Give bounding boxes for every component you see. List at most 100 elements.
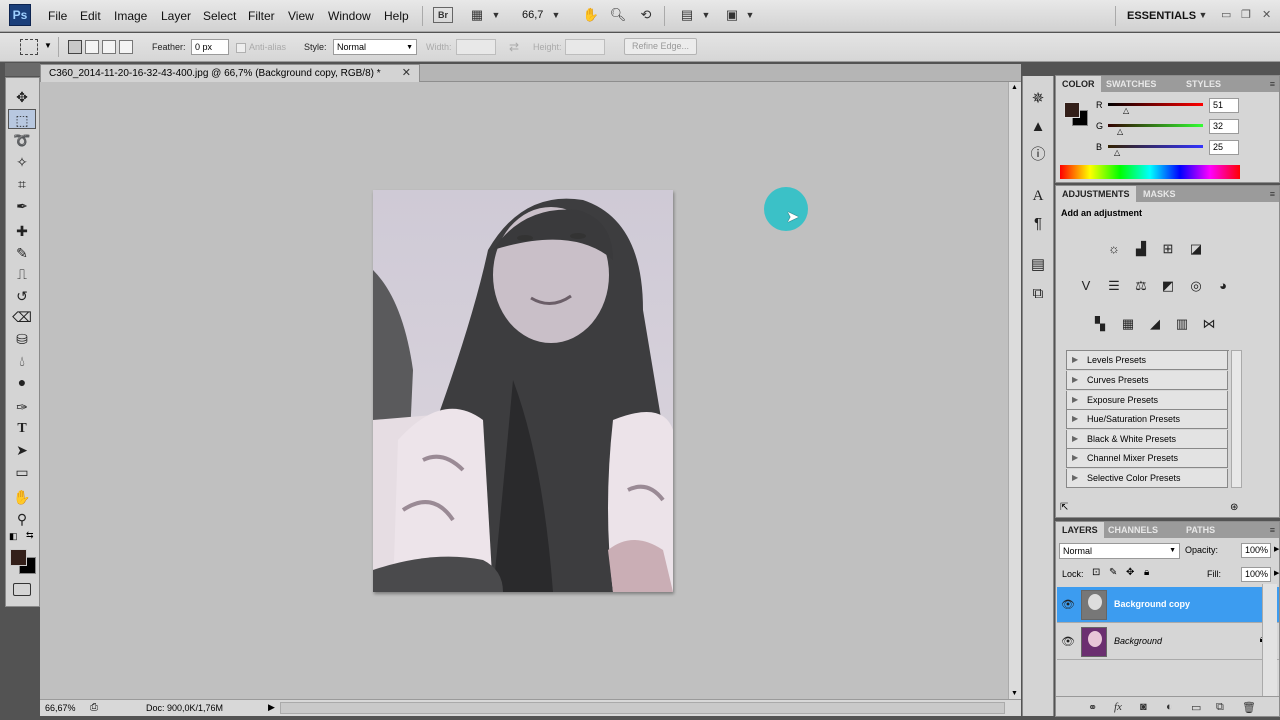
menu-edit[interactable]: Edit: [80, 9, 101, 23]
healing-brush-tool-icon[interactable]: ✚: [8, 221, 36, 241]
lock-all-icon[interactable]: 🔒︎: [1144, 567, 1149, 578]
preset-exposure[interactable]: Exposure Presets: [1066, 391, 1228, 410]
subtract-from-selection-icon[interactable]: [102, 40, 116, 54]
selective-color-icon[interactable]: ⋈: [1198, 314, 1220, 334]
preset-black-white[interactable]: Black & White Presets: [1066, 430, 1228, 449]
tab-styles[interactable]: STYLES: [1180, 76, 1227, 92]
workspace-switcher[interactable]: ESSENTIALS: [1127, 10, 1196, 22]
scroll-up-icon[interactable]: ▲: [1011, 84, 1018, 91]
g-slider-handle[interactable]: △: [1117, 127, 1123, 136]
tab-layers[interactable]: LAYERS: [1056, 522, 1104, 538]
hand-tool-icon[interactable]: ✋: [8, 487, 36, 507]
type-tool-icon[interactable]: T: [8, 419, 36, 439]
magic-wand-tool-icon[interactable]: ✧: [8, 152, 36, 172]
vertical-scrollbar[interactable]: ▲ ▼: [1008, 82, 1021, 699]
dodge-tool-icon[interactable]: ●: [8, 372, 36, 392]
eye-icon[interactable]: 👁︎: [1061, 635, 1075, 648]
menu-select[interactable]: Select: [203, 9, 236, 23]
hue-saturation-icon[interactable]: ☰: [1103, 276, 1125, 296]
clone-stamp-tool-icon[interactable]: ⎍: [8, 264, 36, 284]
panel-menu-icon[interactable]: ≡: [1270, 76, 1275, 92]
gradient-map-icon[interactable]: ▥: [1171, 314, 1193, 334]
eyedropper-tool-icon[interactable]: ✒: [8, 196, 36, 216]
default-colors-icon[interactable]: ◧: [9, 531, 18, 542]
chevron-down-icon[interactable]: ▼: [44, 41, 52, 50]
blend-mode-select[interactable]: Normal ▼: [1059, 543, 1180, 559]
g-value[interactable]: 32: [1209, 119, 1239, 134]
info-icon[interactable]: ⓘ: [1028, 145, 1048, 165]
posterize-icon[interactable]: ▦: [1117, 314, 1139, 334]
opacity-input[interactable]: 100%: [1241, 543, 1271, 558]
close-icon[interactable]: ✕: [1262, 8, 1271, 21]
view-extras-icon[interactable]: ▦: [468, 7, 486, 23]
paragraph-icon[interactable]: ¶: [1028, 214, 1048, 234]
brush-tool-icon[interactable]: ✎: [8, 243, 36, 263]
eye-icon[interactable]: 👁︎: [1061, 598, 1075, 611]
r-slider-handle[interactable]: △: [1123, 106, 1129, 115]
eraser-tool-icon[interactable]: ⌫: [8, 307, 36, 327]
lock-position-icon[interactable]: ✥: [1126, 567, 1134, 578]
crop-tool-icon[interactable]: ⌗: [8, 174, 36, 194]
tab-color[interactable]: COLOR: [1056, 76, 1101, 92]
chevron-down-icon[interactable]: ▼: [487, 7, 505, 23]
r-value[interactable]: 51: [1209, 98, 1239, 113]
layer-row-background[interactable]: 👁︎ Background 🔒︎: [1057, 624, 1279, 660]
history-icon[interactable]: ▤: [1028, 255, 1048, 275]
exposure-icon[interactable]: ◪: [1185, 239, 1207, 259]
arrange-documents-icon[interactable]: ▤: [678, 7, 696, 23]
zoom-level[interactable]: 66,7: [522, 9, 543, 21]
swap-icon[interactable]: ⇄: [509, 40, 519, 54]
quick-mask-icon[interactable]: [13, 583, 31, 596]
clone-source-icon[interactable]: ⧉: [1028, 284, 1048, 304]
menu-window[interactable]: Window: [328, 9, 371, 23]
layer-style-icon[interactable]: fx: [1114, 701, 1122, 713]
new-group-icon[interactable]: ▭: [1191, 701, 1201, 714]
color-fg-swatch[interactable]: [1064, 102, 1080, 118]
menu-layer[interactable]: Layer: [161, 9, 191, 23]
hand-icon[interactable]: ✋: [582, 7, 600, 23]
invert-icon[interactable]: ▚: [1089, 314, 1111, 334]
restore-icon[interactable]: ❐: [1241, 8, 1251, 21]
preset-levels[interactable]: Levels Presets: [1066, 351, 1228, 370]
histogram-icon[interactable]: ▲: [1028, 117, 1048, 137]
tab-paths[interactable]: PATHS: [1180, 522, 1221, 538]
layer-name[interactable]: Background copy: [1114, 599, 1190, 609]
panel-menu-icon[interactable]: ≡: [1270, 186, 1275, 202]
chevron-down-icon[interactable]: ▼: [1194, 7, 1212, 23]
tab-swatches[interactable]: SWATCHES: [1100, 76, 1162, 92]
minimize-icon[interactable]: ▭: [1221, 8, 1231, 21]
clip-to-layer-icon[interactable]: ⊛: [1230, 502, 1238, 513]
channel-mixer-icon[interactable]: ◕: [1212, 276, 1234, 296]
preset-hue-saturation[interactable]: Hue/Saturation Presets: [1066, 410, 1228, 429]
menu-filter[interactable]: Filter: [248, 9, 275, 23]
curves-icon[interactable]: ⊞: [1157, 239, 1179, 259]
zoom-tool-icon[interactable]: ⚲: [8, 509, 36, 529]
status-icon[interactable]: ⎙: [90, 702, 98, 713]
anti-alias-checkbox[interactable]: [236, 43, 246, 53]
add-to-selection-icon[interactable]: [85, 40, 99, 54]
refine-edge-button[interactable]: Refine Edge...: [624, 38, 698, 55]
preset-selective-color[interactable]: Selective Color Presets: [1066, 469, 1228, 488]
lock-pixels-icon[interactable]: ✎: [1109, 567, 1117, 578]
opacity-arrow-icon[interactable]: ▶: [1274, 545, 1279, 553]
tab-channels[interactable]: CHANNELS: [1102, 522, 1164, 538]
trash-icon[interactable]: 🗑︎: [1242, 701, 1256, 714]
return-icon[interactable]: ⇱: [1060, 502, 1068, 513]
color-spectrum-ramp[interactable]: [1060, 165, 1240, 179]
foreground-color-swatch[interactable]: [10, 549, 27, 566]
presets-scrollbar[interactable]: [1231, 350, 1242, 488]
path-selection-tool-icon[interactable]: ➤: [8, 440, 36, 460]
fill-arrow-icon[interactable]: ▶: [1274, 569, 1279, 577]
height-input[interactable]: [565, 39, 605, 55]
photo-filter-icon[interactable]: ◎: [1185, 276, 1207, 296]
new-selection-icon[interactable]: [68, 40, 82, 54]
add-mask-icon[interactable]: ◙: [1140, 701, 1147, 713]
character-icon[interactable]: A: [1028, 186, 1048, 206]
marquee-tool-icon[interactable]: ⬚: [8, 109, 36, 129]
screen-mode-icon[interactable]: ▣: [723, 7, 741, 23]
chevron-down-icon[interactable]: ▼: [741, 7, 759, 23]
menu-image[interactable]: Image: [114, 9, 147, 23]
navigator-icon[interactable]: ✵: [1028, 89, 1048, 109]
layer-row-background-copy[interactable]: 👁︎ Background copy: [1057, 587, 1279, 623]
tab-masks[interactable]: MASKS: [1137, 186, 1182, 202]
